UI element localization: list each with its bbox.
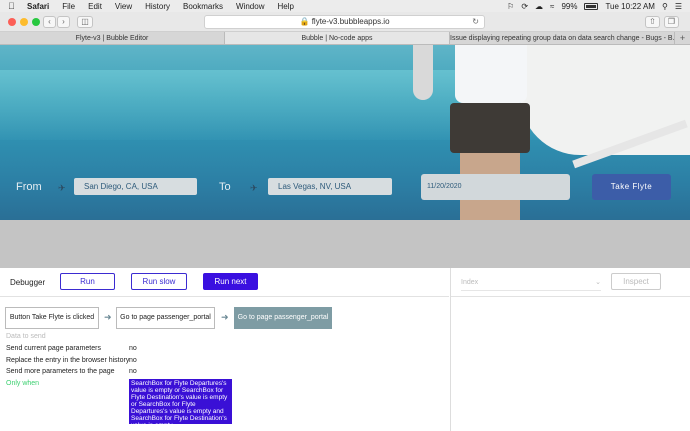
take-flyte-button[interactable]: Take Flyte bbox=[592, 174, 671, 200]
property-label: Replace the entry in the browser history bbox=[6, 357, 130, 364]
clock[interactable]: Tue 10:22 AM bbox=[605, 2, 655, 11]
run-slow-button[interactable]: Run slow bbox=[131, 273, 187, 290]
to-label: To bbox=[219, 181, 231, 193]
from-label: From bbox=[16, 181, 42, 193]
url-text: flyte-v3.bubbleapps.io bbox=[311, 17, 390, 26]
hero-person-pants bbox=[450, 103, 530, 153]
flag-icon[interactable]: ⚐ bbox=[507, 2, 514, 11]
menu-app[interactable]: Safari bbox=[27, 2, 49, 11]
inspect-button[interactable]: Inspect bbox=[611, 273, 661, 290]
minimize-window-icon[interactable] bbox=[20, 18, 28, 26]
tab-bubble-editor[interactable]: Flyte-v3 | Bubble Editor bbox=[0, 32, 225, 44]
menu-bar:  Safari File Edit View History Bookmark… bbox=[0, 0, 690, 12]
step-go-to-page-active[interactable]: Go to page passenger_portal bbox=[234, 307, 332, 329]
inspect-select[interactable]: Index ⌄ bbox=[461, 275, 601, 291]
property-value: no bbox=[129, 368, 137, 375]
inspector-divider bbox=[451, 296, 690, 297]
only-when-condition[interactable]: SearchBox for Flyte Departures's value i… bbox=[129, 379, 232, 424]
share-icon[interactable]: ⇧ bbox=[645, 16, 660, 28]
cloud-icon[interactable]: ☁ bbox=[535, 2, 543, 11]
step-arrow-icon: ➜ bbox=[221, 312, 229, 322]
close-window-icon[interactable] bbox=[8, 18, 16, 26]
menu-history[interactable]: History bbox=[145, 2, 170, 11]
hero-plane bbox=[520, 45, 690, 155]
lock-icon: 🔒 bbox=[299, 17, 310, 26]
menu-help[interactable]: Help bbox=[277, 2, 293, 11]
step-trigger[interactable]: Button Take Flyte is clicked bbox=[5, 307, 99, 329]
property-value: no bbox=[129, 357, 137, 364]
apple-icon[interactable]:  bbox=[8, 1, 17, 11]
debugger-panel: Debugger Run Run slow Run next Button Ta… bbox=[0, 268, 690, 431]
menu-window[interactable]: Window bbox=[236, 2, 264, 11]
step-go-to-page[interactable]: Go to page passenger_portal bbox=[116, 307, 215, 329]
arrival-plane-icon: ✈ bbox=[250, 183, 258, 193]
sidebar-toggle-icon[interactable]: ◫ bbox=[77, 16, 93, 28]
step-arrow-icon: ➜ bbox=[104, 312, 112, 322]
sync-icon[interactable]: ⟳ bbox=[521, 2, 528, 11]
battery-percent: 99% bbox=[561, 1, 578, 11]
page-gap bbox=[0, 220, 690, 268]
menu-file[interactable]: File bbox=[62, 2, 75, 11]
tab-bar: Flyte-v3 | Bubble Editor Bubble | No-cod… bbox=[0, 32, 690, 45]
tab-bubble-nocode[interactable]: Bubble | No-code apps bbox=[225, 32, 450, 44]
debugger-divider bbox=[0, 296, 449, 297]
run-next-button[interactable]: Run next bbox=[203, 273, 258, 290]
property-label: Send more parameters to the page bbox=[6, 368, 115, 375]
back-button[interactable]: ‹ bbox=[43, 16, 56, 28]
search-icon[interactable]: ⚲ bbox=[662, 2, 668, 11]
debugger-title: Debugger bbox=[10, 278, 46, 287]
zoom-window-icon[interactable] bbox=[32, 18, 40, 26]
from-input[interactable]: San Diego, CA, USA bbox=[74, 178, 197, 195]
tabs-overview-icon[interactable]: ❐ bbox=[664, 16, 679, 28]
property-label: Send current page parameters bbox=[6, 345, 101, 352]
address-bar[interactable]: 🔒 flyte-v3.bubbleapps.io ↻ bbox=[204, 15, 485, 29]
inspect-select-placeholder: Index bbox=[461, 279, 479, 286]
only-when-label: Only when bbox=[6, 380, 40, 387]
menu-edit[interactable]: Edit bbox=[88, 2, 102, 11]
menu-view[interactable]: View bbox=[115, 2, 132, 11]
departure-plane-icon: ✈ bbox=[58, 183, 66, 193]
reload-icon[interactable]: ↻ bbox=[472, 16, 479, 28]
menu-list-icon[interactable]: ☰ bbox=[675, 2, 682, 11]
browser-toolbar: ‹ › ◫ 🔒 flyte-v3.bubbleapps.io ↻ ⇧ ❐ bbox=[0, 12, 690, 32]
debugger-inspector: Index ⌄ Inspect bbox=[450, 268, 690, 431]
hero-person-shirt bbox=[455, 45, 527, 103]
hero-banner: From ✈ San Diego, CA, USA To ✈ Las Vegas… bbox=[0, 45, 690, 220]
tab-issue-forum[interactable]: Issue displaying repeating group data on… bbox=[450, 32, 675, 44]
menu-bookmarks[interactable]: Bookmarks bbox=[183, 2, 223, 11]
wifi-icon[interactable]: ≈ bbox=[550, 2, 554, 11]
new-tab-button[interactable]: + bbox=[675, 32, 690, 44]
debugger-main: Debugger Run Run slow Run next Button Ta… bbox=[0, 268, 449, 431]
forward-button[interactable]: › bbox=[57, 16, 70, 28]
battery-icon[interactable] bbox=[584, 2, 599, 10]
property-faded-label: Data to send bbox=[6, 333, 46, 340]
run-button[interactable]: Run bbox=[60, 273, 115, 290]
property-value: no bbox=[129, 345, 137, 352]
to-input[interactable]: Las Vegas, NV, USA bbox=[268, 178, 392, 195]
date-input[interactable]: 11/20/2020 bbox=[421, 174, 570, 200]
hero-propeller bbox=[413, 45, 433, 100]
chevron-down-icon: ⌄ bbox=[595, 279, 601, 286]
